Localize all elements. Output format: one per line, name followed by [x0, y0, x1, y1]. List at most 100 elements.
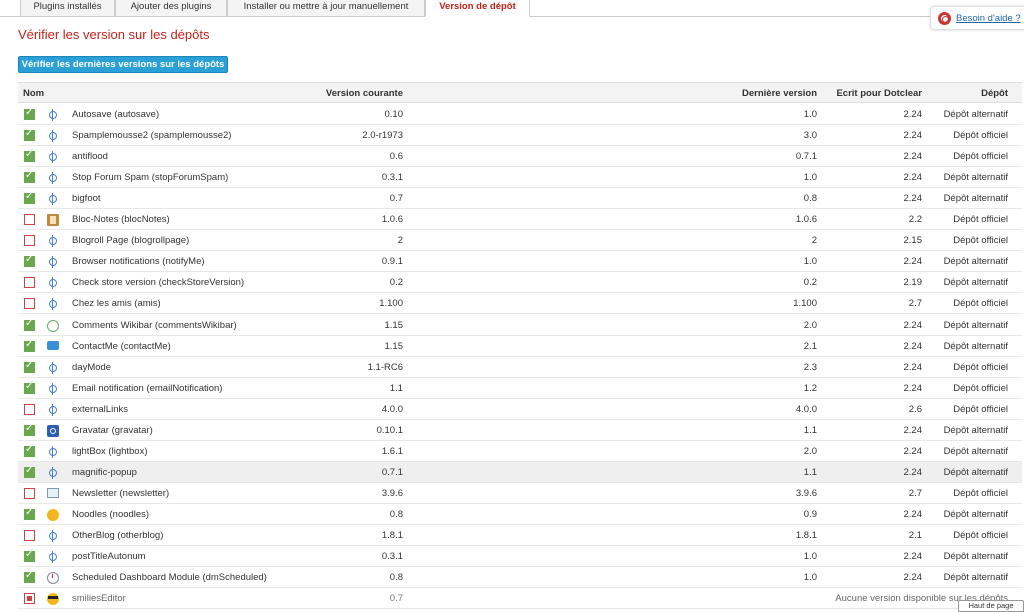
plugin-checkbox[interactable]: [24, 128, 35, 142]
help-link[interactable]: Besoin d'aide ?: [956, 13, 1021, 24]
plugin-checkbox[interactable]: [24, 465, 35, 478]
plugin-repository: Dépôt officiel: [953, 298, 1008, 310]
tab-installed-plugins[interactable]: Plugins installés: [20, 0, 115, 17]
plugin-dotclear-version: 2.24: [903, 382, 923, 394]
plugin-dotclear-version: 2.24: [903, 445, 923, 457]
plugin-checkbox[interactable]: [24, 149, 35, 163]
tab-manual-install[interactable]: Installer ou mettre à jour manuellement: [227, 0, 425, 17]
plug-icon: [47, 551, 59, 564]
table-header: Nom Version courante Dernière version Ec…: [18, 82, 1022, 103]
plugin-current-version: 0.7: [389, 193, 403, 205]
tab-repository-version[interactable]: Version de dépôt: [425, 0, 530, 17]
column-header-name: Nom: [23, 88, 45, 99]
plugin-repository: Dépôt officiel: [953, 130, 1008, 142]
plugin-repository: Dépôt alternatif: [943, 340, 1008, 352]
plugin-checkbox[interactable]: [24, 530, 35, 541]
plugin-checkbox[interactable]: [24, 423, 35, 436]
plug-icon: [47, 530, 59, 542]
plugin-checkbox[interactable]: [24, 339, 35, 352]
plugin-latest-version: 2.0: [803, 445, 817, 457]
plugin-checkbox[interactable]: [24, 487, 35, 499]
plugin-checkbox[interactable]: [24, 360, 35, 373]
table-row: antiflood 0.6 0.7.1 2.24 Dépôt officiel: [18, 146, 1022, 168]
gravatar-icon: [47, 424, 59, 437]
table-row: Check store version (checkStoreVersion) 0…: [18, 272, 1022, 294]
clock-icon: [47, 572, 59, 585]
help-box[interactable]: Besoin d'aide ?: [930, 6, 1024, 30]
plugin-repository: Dépôt alternatif: [943, 109, 1008, 120]
plugin-name: magnific-popup: [72, 466, 137, 478]
plugin-tabs: Plugins installés Ajouter des plugins In…: [0, 0, 1024, 17]
plugin-name: Scheduled Dashboard Module (dmScheduled): [72, 572, 267, 584]
plugin-checkbox[interactable]: [24, 254, 35, 268]
plugin-name: Comments Wikibar (commentsWikibar): [72, 319, 237, 331]
table-row: Browser notifications (notifyMe) 0.9.1 1.0…: [18, 251, 1022, 273]
plugin-dotclear-version: 2.24: [903, 424, 923, 436]
plugin-repository: Dépôt officiel: [953, 235, 1008, 247]
plugin-current-version: 1.1: [389, 382, 403, 394]
plugin-repository: Dépôt alternatif: [943, 256, 1008, 268]
plugin-checkbox[interactable]: [24, 170, 35, 184]
plugin-current-version: 3.9.6: [381, 487, 403, 499]
plugin-name: Autosave (autosave): [72, 109, 160, 120]
plugin-name: Check store version (checkStoreVersion): [72, 277, 245, 289]
plugin-current-version: 1.8.1: [381, 530, 403, 541]
plug-icon: [47, 151, 59, 164]
table-row: Email notification (emailNotification) 1.…: [18, 378, 1022, 399]
plugin-checkbox[interactable]: [24, 191, 35, 205]
plugin-repository: Dépôt officiel: [953, 361, 1008, 373]
tab-add-plugins[interactable]: Ajouter des plugins: [115, 0, 227, 17]
plugin-dotclear-version: 2.24: [903, 193, 923, 205]
bubble-icon: [47, 319, 59, 332]
plugin-latest-version: 1.0: [803, 572, 817, 584]
mail-icon: [47, 340, 59, 350]
plugin-dotclear-version: 2.24: [903, 130, 923, 142]
plugin-checkbox[interactable]: [24, 107, 35, 120]
plugin-latest-version: 1.8.1: [795, 530, 817, 541]
plugin-name: Newsletter (newsletter): [72, 487, 170, 499]
plugin-checkbox[interactable]: [24, 277, 35, 289]
plugin-latest-version: 3.9.6: [795, 487, 817, 499]
plugin-latest-version: 4.0.0: [795, 403, 817, 415]
plugin-current-version: 1.1-RC6: [367, 361, 403, 373]
plugin-checkbox[interactable]: [24, 549, 35, 563]
plugin-checkbox[interactable]: [24, 507, 35, 520]
plugin-repository: Dépôt officiel: [953, 151, 1008, 163]
plugin-latest-version: 0.2: [803, 277, 817, 289]
plugin-dotclear-version: 2.24: [903, 572, 923, 584]
plugin-dotclear-version: 2.24: [903, 172, 923, 184]
plug-icon: [47, 193, 59, 206]
plug-icon: [47, 361, 59, 374]
plugin-dotclear-version: 2.24: [903, 319, 923, 331]
plugin-checkbox[interactable]: [24, 381, 35, 394]
plugin-checkbox-disabled[interactable]: [24, 593, 35, 605]
plugin-checkbox[interactable]: [24, 403, 35, 415]
column-header-written-for: Ecrit pour Dotclear: [836, 88, 922, 99]
plugin-dotclear-version: 2.7: [908, 298, 922, 310]
check-latest-versions-button[interactable]: Vérifier les dernières versions sur les …: [18, 56, 228, 73]
plugin-checkbox[interactable]: [24, 444, 35, 457]
plugin-checkbox[interactable]: [24, 298, 35, 310]
plugin-latest-version: 0.9: [803, 508, 817, 520]
plugin-name: OtherBlog (otherblog): [72, 530, 164, 541]
table-row: bigfoot 0.7 0.8 2.24 Dépôt alternatif: [18, 188, 1022, 210]
plugin-current-version: 0.10.1: [376, 424, 403, 436]
column-header-repository: Dépôt: [981, 88, 1008, 99]
plug-icon: [47, 256, 59, 269]
plugin-latest-version: 1.0: [803, 109, 817, 120]
plugin-dotclear-version: 2.24: [903, 361, 923, 373]
plug-icon: [47, 172, 59, 185]
table-row: magnific-popup 0.7.1 1.1 2.24 Dépôt alternat…: [18, 461, 1022, 483]
plugin-repository: Dépôt officiel: [953, 487, 1008, 499]
plugin-current-version: 0.6: [389, 151, 403, 163]
plugin-name: smiliesEditor: [72, 593, 126, 605]
back-to-top-button[interactable]: Haut de page: [958, 600, 1024, 612]
table-row: externalLinks 4.0.0 4.0.0 2.6 Dépôt officiel: [18, 399, 1022, 420]
plugin-checkbox[interactable]: [24, 570, 35, 584]
plugin-checkbox[interactable]: [24, 214, 35, 226]
plugin-checkbox[interactable]: [24, 235, 35, 247]
plugin-dotclear-version: 2.2: [908, 214, 922, 226]
table-row: Gravatar (gravatar) 0.10.1 1.1 2.24 Dépôt al…: [18, 420, 1022, 441]
plugin-latest-version: 3.0: [803, 130, 817, 142]
plugin-checkbox[interactable]: [24, 318, 35, 331]
